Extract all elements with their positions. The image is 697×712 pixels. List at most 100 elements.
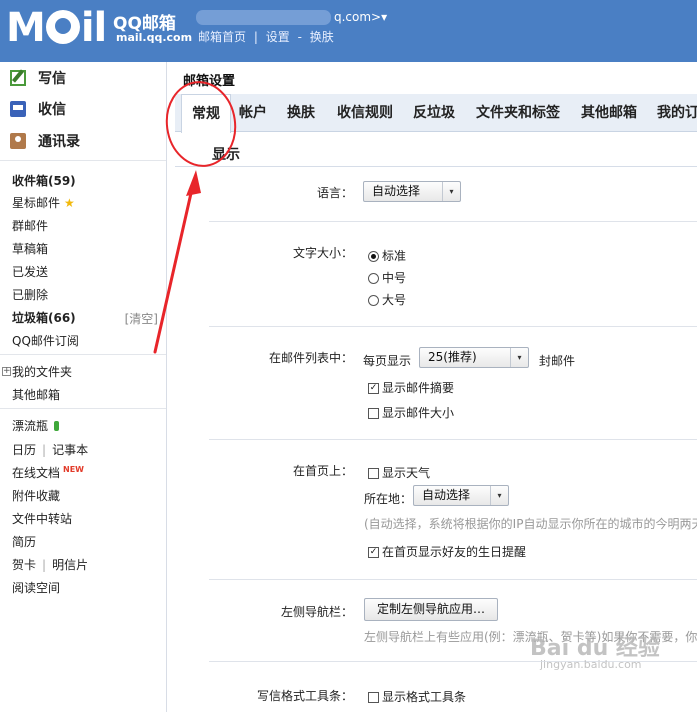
sidebar-item-reading[interactable]: 阅读空间 — [12, 579, 60, 596]
top-header: Mil QQ邮箱 mail.qq.com q.com>▾ 邮箱首页 | 设置 -… — [0, 0, 697, 62]
per-page-suffix: 封邮件 — [539, 354, 576, 368]
language-select[interactable]: 自动选择 ▾ — [363, 181, 461, 202]
tab-account[interactable]: 帐户 — [239, 94, 267, 132]
subsection-display: 显示 — [212, 147, 240, 163]
tab-folders-labels[interactable]: 文件夹和标签 — [476, 94, 560, 132]
cards-link[interactable]: 贺卡 — [12, 558, 36, 572]
tab-receive-rules[interactable]: 收信规则 — [337, 94, 393, 132]
divider — [209, 326, 697, 327]
font-size-standard-option[interactable]: 标准 — [368, 247, 406, 264]
per-page-value: 25(推荐) — [428, 350, 477, 364]
clear-spam-link[interactable]: [清空] — [125, 310, 158, 327]
sidebar-item-spam[interactable]: 垃圾箱(66) — [12, 309, 76, 326]
new-badge: NEW — [63, 465, 84, 474]
show-size-option[interactable]: 显示邮件大小 — [368, 404, 454, 421]
show-summary-checkbox[interactable] — [368, 383, 379, 394]
sidebar-item-calendar-notes: 日历 | 记事本 — [12, 441, 88, 458]
sidebar-item-deleted[interactable]: 已删除 — [12, 286, 48, 303]
sidebar-item-other-mail[interactable]: 其他邮箱 — [12, 386, 60, 403]
per-page-prefix: 每页显示 — [363, 354, 412, 368]
compose-button[interactable]: 写信 — [10, 67, 66, 89]
receive-button[interactable]: 收信 — [10, 98, 66, 120]
settings-main: 邮箱设置 常规 帐户 换肤 收信规则 反垃圾 文件夹和标签 其他邮箱 我的订 显… — [167, 62, 697, 712]
tab-subscriptions[interactable]: 我的订 — [657, 94, 697, 132]
tab-other-mail[interactable]: 其他邮箱 — [581, 94, 637, 132]
select-arrow-icon: ▾ — [442, 182, 460, 201]
show-birthday-option[interactable]: 在首页显示好友的生日提醒 — [368, 543, 526, 560]
font-size-medium-option[interactable]: 中号 — [368, 269, 406, 286]
customize-left-nav-button[interactable]: 定制左侧导航应用… — [364, 598, 499, 621]
select-arrow-icon: ▾ — [490, 486, 508, 505]
left-sidebar: 写信 收信 通讯录 收件箱(59) 星标邮件 ★ 群邮件 草稿箱 已发送 已删除 … — [0, 62, 167, 712]
tab-anti-spam[interactable]: 反垃圾 — [413, 94, 455, 132]
sidebar-item-my-folders[interactable]: 我的文件夹 — [12, 363, 72, 380]
show-birthday-checkbox[interactable] — [368, 547, 379, 558]
qq-mail-logo[interactable]: Mil — [6, 6, 107, 50]
divider — [209, 579, 697, 580]
sidebar-item-online-docs[interactable]: 在线文档 NEW — [12, 464, 84, 481]
tab-general[interactable]: 常规 — [181, 94, 231, 133]
online-docs-label: 在线文档 — [12, 466, 61, 480]
sidebar-item-subscribe[interactable]: QQ邮件订阅 — [12, 332, 79, 349]
font-size-large-option[interactable]: 大号 — [368, 291, 406, 308]
sidebar-item-file-transfer[interactable]: 文件中转站 — [12, 510, 72, 527]
pipe-separator: | — [42, 558, 47, 572]
home-link[interactable]: 邮箱首页 — [198, 30, 246, 44]
show-format-toolbar-checkbox[interactable] — [368, 692, 379, 703]
divider — [0, 354, 166, 355]
link-separator: - — [297, 30, 302, 44]
inbox-icon — [10, 101, 26, 117]
radio-large[interactable] — [368, 295, 379, 306]
radio-standard[interactable] — [368, 251, 379, 262]
show-summary-option[interactable]: 显示邮件摘要 — [368, 379, 454, 396]
page-title: 邮箱设置 — [183, 74, 236, 89]
show-format-toolbar-option[interactable]: 显示格式工具条 — [368, 688, 466, 705]
language-value: 自动选择 — [372, 184, 421, 198]
radio-medium[interactable] — [368, 273, 379, 284]
brand-domain: mail.qq.com — [116, 31, 193, 44]
location-value: 自动选择 — [422, 488, 471, 502]
per-page-select[interactable]: 25(推荐) ▾ — [419, 347, 529, 368]
baidu-jingyan-watermark: Bai du 经验 jingyan.baidu.com — [530, 630, 660, 671]
sidebar-item-groups[interactable]: 群邮件 — [12, 217, 48, 234]
bottle-icon — [54, 421, 60, 431]
divider — [209, 439, 697, 440]
left-nav-label: 左侧导航栏： — [280, 605, 353, 619]
logo-o-icon — [45, 10, 80, 44]
sidebar-item-resume[interactable]: 简历 — [12, 533, 36, 550]
drift-bottle-label: 漂流瓶 — [12, 419, 49, 433]
sidebar-item-inbox[interactable]: 收件箱(59) — [12, 172, 76, 189]
location-select[interactable]: 自动选择 ▾ — [413, 485, 509, 506]
settings-link[interactable]: 设置 — [266, 30, 290, 44]
postcards-link[interactable]: 明信片 — [52, 558, 88, 572]
sidebar-item-starred[interactable]: 星标邮件 ★ — [12, 194, 75, 211]
homepage-label: 在首页上： — [292, 464, 353, 478]
show-weather-checkbox[interactable] — [368, 468, 379, 479]
sidebar-item-drafts[interactable]: 草稿箱 — [12, 240, 48, 257]
sidebar-item-attachments[interactable]: 附件收藏 — [12, 487, 60, 504]
tab-skin[interactable]: 换肤 — [287, 94, 315, 132]
expand-folders-icon[interactable]: + — [2, 367, 11, 376]
pipe-separator: | — [42, 443, 47, 457]
skin-link[interactable]: 换肤 — [310, 30, 334, 44]
mail-list-label: 在邮件列表中： — [268, 351, 353, 365]
show-weather-option[interactable]: 显示天气 — [368, 464, 430, 481]
write-icon — [10, 70, 26, 86]
sidebar-item-sent[interactable]: 已发送 — [12, 263, 48, 280]
calendar-link[interactable]: 日历 — [12, 443, 36, 457]
sidebar-item-drift-bottle[interactable]: 漂流瓶 — [12, 417, 60, 434]
divider — [209, 221, 697, 222]
account-menu[interactable]: q.com>▾ — [196, 8, 387, 28]
contacts-icon — [10, 133, 26, 149]
contacts-button[interactable]: 通讯录 — [10, 130, 80, 152]
link-separator: | — [253, 30, 258, 44]
show-size-checkbox[interactable] — [368, 408, 379, 419]
receive-label: 收信 — [38, 102, 66, 118]
font-size-label: 文字大小： — [292, 246, 353, 260]
account-name-blurred — [196, 10, 331, 25]
location-label: 所在地： — [364, 492, 413, 506]
select-arrow-icon: ▾ — [510, 348, 528, 367]
notes-link[interactable]: 记事本 — [52, 443, 88, 457]
location-hint: (自动选择，系统将根据你的IP自动显示你所在的城市的今明两天 — [364, 517, 697, 531]
top-links: 邮箱首页 | 设置 - 换肤 — [198, 28, 338, 45]
